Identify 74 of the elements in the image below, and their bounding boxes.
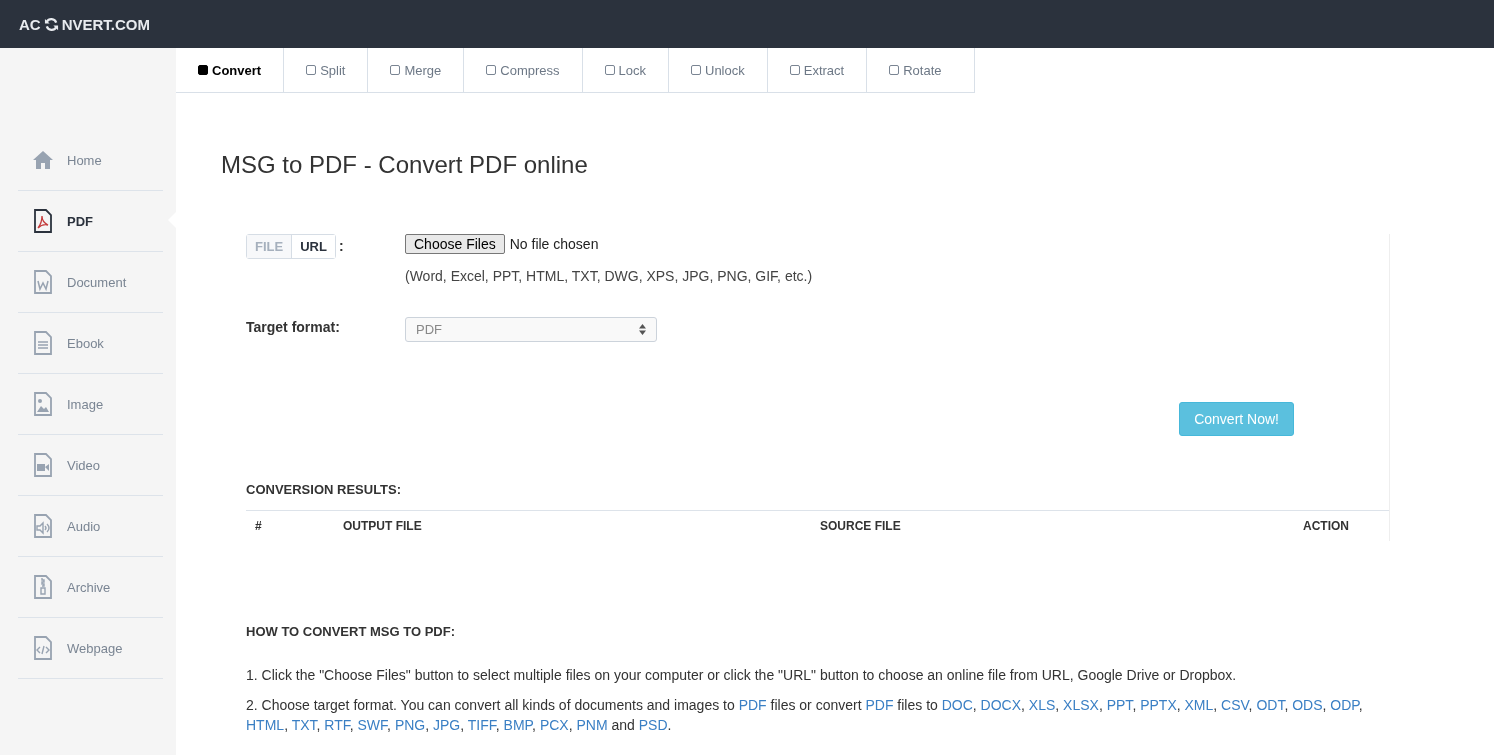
tab[interactable]: Compress xyxy=(464,48,583,92)
refresh-icon xyxy=(43,16,59,32)
format-link[interactable]: PNG xyxy=(394,717,426,733)
sidebar-item[interactable]: Archive xyxy=(18,557,163,618)
format-link[interactable]: XLSX xyxy=(1063,697,1099,713)
target-format-label: Target format: xyxy=(246,319,340,335)
format-link[interactable]: BMP xyxy=(503,717,533,733)
formats-hint: (Word, Excel, PPT, HTML, TXT, DWG, XPS, JPG, PNG, GIF, etc.) xyxy=(405,268,813,284)
tab[interactable]: Extract xyxy=(767,48,868,92)
home-icon xyxy=(33,148,53,172)
logo-text[interactable]: NVERT.COM xyxy=(61,15,150,33)
howto-heading: HOW TO CONVERT MSG TO PDF: xyxy=(246,624,456,639)
file-status-text: No file chosen xyxy=(509,236,599,252)
tab[interactable]: Lock xyxy=(582,48,669,92)
checkbox-icon xyxy=(889,65,900,75)
sidebar-item[interactable]: PDF xyxy=(18,191,163,252)
colon-text: : xyxy=(338,238,344,254)
sidebar-item[interactable]: Audio xyxy=(18,496,163,557)
target-format-select[interactable]: PDF xyxy=(405,317,657,342)
format-link[interactable]: TXT xyxy=(291,717,317,733)
format-link[interactable]: SWF xyxy=(357,717,388,733)
zip-file-icon xyxy=(33,575,53,599)
sidebar-item[interactable]: Home xyxy=(18,130,163,191)
audio-file-icon xyxy=(33,514,53,538)
format-link[interactable]: ODT xyxy=(1256,697,1285,713)
checkbox-icon xyxy=(198,65,208,75)
format-link[interactable]: PDF xyxy=(865,697,894,713)
tab[interactable]: Rotate xyxy=(867,48,964,92)
format-link[interactable]: PNM xyxy=(576,717,608,733)
checkbox-icon xyxy=(789,65,800,75)
choose-files-button[interactable]: Choose Files xyxy=(405,234,505,254)
sidebar-item[interactable]: Image xyxy=(18,374,163,435)
sort-arrows-icon xyxy=(639,324,646,335)
checkbox-icon xyxy=(691,65,701,75)
column-header: # xyxy=(254,519,263,533)
word-file-icon xyxy=(33,270,53,294)
tab[interactable]: Split xyxy=(284,48,369,92)
format-link[interactable]: PDF xyxy=(738,697,767,713)
tab[interactable]: Merge xyxy=(368,48,465,92)
column-header: OUTPUT FILE xyxy=(342,519,423,533)
format-link[interactable]: PSD xyxy=(638,717,668,733)
image-file-icon xyxy=(33,392,53,416)
format-link[interactable]: DOC xyxy=(941,697,973,713)
sidebar-item[interactable]: Webpage xyxy=(18,618,163,679)
format-link[interactable]: TIFF xyxy=(467,717,496,733)
sidebar-item[interactable]: Document xyxy=(18,252,163,313)
format-link[interactable]: PPTX xyxy=(1140,697,1177,713)
logo-text[interactable]: AC xyxy=(19,15,41,33)
tab[interactable]: Convert xyxy=(176,48,285,92)
results-heading: CONVERSION RESULTS: xyxy=(246,482,403,497)
source-option[interactable]: URL xyxy=(291,235,335,258)
checkbox-icon xyxy=(604,65,615,75)
format-link[interactable]: ODP xyxy=(1330,697,1359,713)
checkbox-icon xyxy=(390,65,401,75)
format-link[interactable]: CSV xyxy=(1221,697,1249,713)
format-link[interactable]: ODS xyxy=(1292,697,1323,713)
instruction-step: 2. Choose target format. You can convert all kinds of documents and images to PDF files or convert PDF files to DOC, DOCX, XLS, XLSX, PPT, PPTX, XML, CSV, ODT, ODS, ODP, HTML, TXT, RTF, SWF, PNG, JPG, TIFF, BMP, PCX, PNM and PSD. xyxy=(246,695,1390,735)
tab[interactable]: Unlock xyxy=(669,48,768,92)
page-title: MSG to PDF - Convert PDF online xyxy=(221,151,589,179)
column-header: ACTION xyxy=(1302,519,1350,533)
checkbox-icon xyxy=(486,65,497,75)
sidebar-item[interactable]: Video xyxy=(18,435,163,496)
column-header: SOURCE FILE xyxy=(819,519,902,533)
text-file-icon xyxy=(33,331,53,355)
format-link[interactable]: PPT xyxy=(1106,697,1133,713)
instruction-step: 1. Click the "Choose Files" button to select multiple files on your computer or click the "URL" button to choose an online file from URL, Google Drive or Dropbox. xyxy=(246,665,1390,685)
format-link[interactable]: JPG xyxy=(433,717,461,733)
sidebar-item[interactable]: Ebook xyxy=(18,313,163,374)
checkbox-icon xyxy=(306,65,317,75)
format-link[interactable]: PCX xyxy=(539,717,569,733)
format-link[interactable]: RTF xyxy=(324,717,350,733)
pdf-file-icon xyxy=(33,209,53,233)
video-file-icon xyxy=(33,453,53,477)
code-file-icon xyxy=(33,636,53,660)
